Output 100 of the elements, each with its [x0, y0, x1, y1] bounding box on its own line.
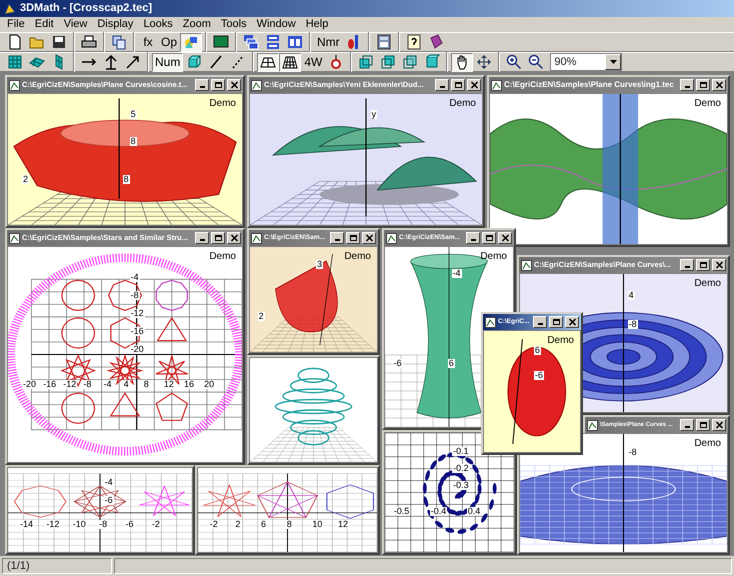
minimize-button[interactable]: [680, 79, 694, 91]
close-icon: [230, 234, 238, 242]
status-panel: (1/1): [2, 558, 112, 574]
close-button[interactable]: [227, 79, 241, 91]
help-icon: [406, 34, 422, 50]
demo-label: Demo: [344, 250, 371, 264]
axis-tick-label: -2: [150, 520, 161, 530]
maximize-button[interactable]: [211, 79, 225, 91]
axis-tick-label: -20: [22, 380, 38, 390]
zoom-dropdown[interactable]: 90%: [550, 53, 622, 71]
axis-tick-label: -16: [130, 326, 145, 336]
maximize-button[interactable]: [696, 419, 710, 431]
menu-item[interactable]: Edit: [30, 16, 59, 33]
toolbar-button[interactable]: fx: [138, 32, 158, 52]
axis-tick-label: -12: [62, 380, 78, 390]
close-button[interactable]: [227, 232, 241, 244]
close-icon: [568, 318, 576, 326]
axis-tick-label: -12: [130, 308, 145, 318]
book-icon: [428, 34, 444, 50]
axis-tick-label: 2: [234, 520, 242, 530]
menu-item[interactable]: Looks: [138, 16, 178, 33]
maximize-icon: [348, 234, 358, 242]
horizontal-tile-icon: [265, 34, 282, 50]
close-button[interactable]: [362, 232, 376, 244]
minimize-button[interactable]: [330, 232, 344, 244]
close-button[interactable]: [467, 79, 481, 91]
axis-tick-label: 20: [203, 380, 216, 390]
document-icon: [485, 316, 496, 328]
minimize-button[interactable]: [466, 232, 480, 244]
close-button[interactable]: [498, 232, 512, 244]
demo-label: Demo: [449, 97, 476, 111]
maximize-button[interactable]: [549, 316, 563, 328]
axis-tick-label: 4: [628, 290, 635, 300]
axis-tick-label: -0.2: [452, 464, 470, 473]
maximize-button[interactable]: [346, 232, 360, 244]
axis-tick-label: -8: [82, 380, 92, 390]
minimize-button[interactable]: [680, 259, 694, 271]
menu-item[interactable]: Help: [300, 16, 334, 33]
minimize-button[interactable]: [195, 232, 209, 244]
minimize-button[interactable]: [195, 79, 209, 91]
dropdown-button[interactable]: [605, 54, 622, 70]
document-icon: [587, 420, 598, 430]
line-icon: [208, 54, 224, 70]
axis-tick-label: 2: [22, 175, 30, 184]
axis-tick-label: -14: [19, 520, 34, 530]
document-icon: [521, 260, 532, 270]
axis-tick-label: -0.1: [452, 447, 470, 456]
maximize-button[interactable]: [211, 232, 225, 244]
axis-tick-label: y: [370, 110, 378, 119]
menu-item[interactable]: Display: [92, 16, 138, 33]
menu-item[interactable]: Window: [252, 16, 301, 33]
close-button[interactable]: [712, 79, 726, 91]
axis-tick-label: -8: [130, 290, 140, 300]
close-icon: [500, 234, 510, 242]
minimize-button[interactable]: [533, 316, 547, 328]
minimize-button[interactable]: [680, 419, 694, 431]
y-axis-icon: [103, 54, 119, 70]
axis-tick-label: -0.4: [430, 506, 448, 516]
toolbar-button[interactable]: 4W: [301, 52, 326, 72]
window-title: C:\EgriCizEN\Samples\Plane Curves\ing1.tec: [504, 79, 675, 91]
toolbar-button[interactable]: Num: [152, 52, 184, 72]
copy-icon: [111, 34, 127, 50]
toolbar-button[interactable]: [279, 52, 302, 72]
zoom-out-icon: [528, 54, 544, 70]
window-title-bar[interactable]: C:\EgriCizEN\Samples\Plane Curves\ing1.tec: [489, 77, 728, 93]
maximize-button[interactable]: [696, 79, 710, 91]
maximize-icon: [214, 234, 222, 242]
toolbar-button[interactable]: Nmr: [314, 32, 343, 52]
toolbar-button[interactable]: Op: [158, 32, 180, 52]
close-icon: [714, 421, 724, 429]
axis-tick-label: -8: [628, 448, 638, 458]
window-title: 3DMath - [Crosscap2.tec]: [20, 1, 152, 16]
minimize-button[interactable]: [435, 79, 449, 91]
axis-tick-label: -6: [392, 358, 403, 368]
maximize-icon: [484, 234, 494, 242]
close-button[interactable]: [712, 419, 726, 431]
maximize-button[interactable]: [696, 259, 710, 271]
close-icon: [364, 234, 374, 242]
maximize-icon: [698, 421, 708, 429]
menu-item[interactable]: Tools: [216, 16, 252, 33]
maximize-icon: [552, 318, 560, 326]
axis-tick-label: 0.4: [466, 506, 482, 516]
shapes-icon: [183, 34, 200, 50]
menu-item[interactable]: File: [2, 16, 30, 33]
close-button[interactable]: [712, 259, 726, 271]
axis-tick-label: 16: [183, 380, 196, 390]
cube-front-icon: [358, 54, 374, 70]
maximize-button[interactable]: [451, 79, 465, 91]
axis-tick-label: -10: [72, 520, 87, 530]
app-logo-icon: [3, 2, 17, 16]
menu-item[interactable]: View: [58, 16, 92, 33]
close-button[interactable]: [565, 316, 579, 328]
toolbar-button[interactable]: [257, 52, 280, 72]
maximize-button[interactable]: [482, 232, 496, 244]
cube-side-icon: [402, 54, 418, 70]
toolbar-button[interactable]: [451, 52, 474, 72]
axis-tick-label: -4: [104, 478, 114, 488]
menu-item[interactable]: Zoom: [178, 16, 216, 33]
axis-tick-label: -2: [208, 520, 219, 530]
demo-label: Demo: [480, 250, 507, 264]
